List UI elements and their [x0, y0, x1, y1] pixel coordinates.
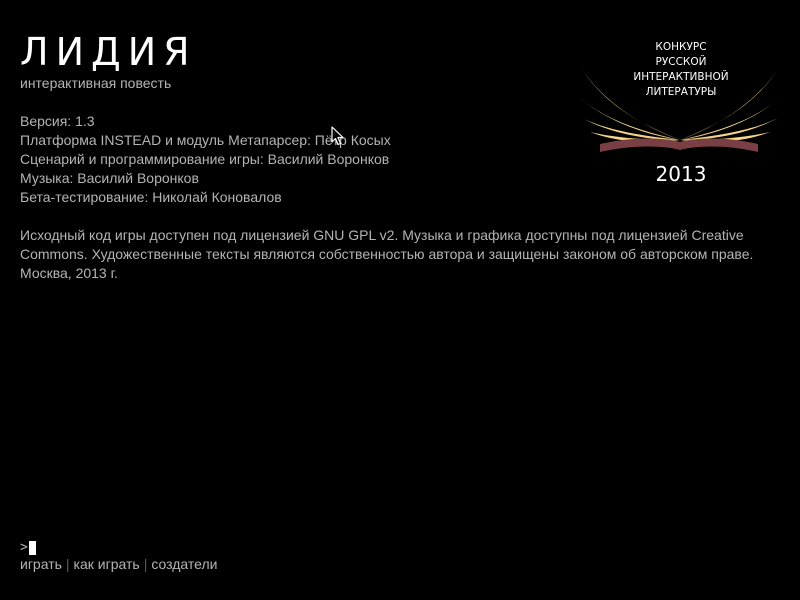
command-prompt[interactable]: > [20, 540, 36, 556]
badge-caption: КОНКУРС РУССКОЙ ИНТЕРАКТИВНОЙ ЛИТЕРАТУРЫ [576, 40, 786, 100]
badge-year: 2013 [655, 162, 707, 186]
text-caret-icon [28, 541, 36, 555]
menu-play-link[interactable]: играть [20, 556, 62, 572]
game-subtitle: интерактивная повесть [20, 75, 172, 91]
prompt-symbol: > [20, 540, 28, 555]
main-menu: играть | как играть | создатели [20, 555, 217, 573]
license-line: Исходный код игры доступен под лицензией… [20, 227, 744, 243]
menu-authors-link[interactable]: создатели [151, 556, 217, 572]
credit-music: Музыка: Василий Воронков [20, 170, 199, 186]
badge-line: КОНКУРС [655, 41, 707, 53]
game-title: ЛИДИЯ [20, 30, 197, 74]
contest-badge: КОНКУРС РУССКОЙ ИНТЕРАКТИВНОЙ ЛИТЕРАТУРЫ… [576, 36, 784, 196]
license-line: Москва, 2013 г. [20, 265, 118, 281]
menu-separator: | [65, 556, 70, 572]
credit-script: Сценарий и программирование игры: Васили… [20, 151, 390, 167]
mouse-pointer-icon [331, 126, 344, 146]
badge-line: ЛИТЕРАТУРЫ [645, 86, 717, 98]
license-text: Исходный код игры доступен под лицензией… [20, 226, 780, 283]
license-line: Commons. Художественные тексты являются … [20, 246, 754, 262]
badge-line: ИНТЕРАКТИВНОЙ [633, 71, 729, 83]
badge-line: РУССКОЙ [655, 56, 707, 68]
credit-beta: Бета-тестирование: Николай Коновалов [20, 189, 282, 205]
menu-how-to-play-link[interactable]: как играть [74, 556, 140, 572]
menu-separator: | [143, 556, 148, 572]
